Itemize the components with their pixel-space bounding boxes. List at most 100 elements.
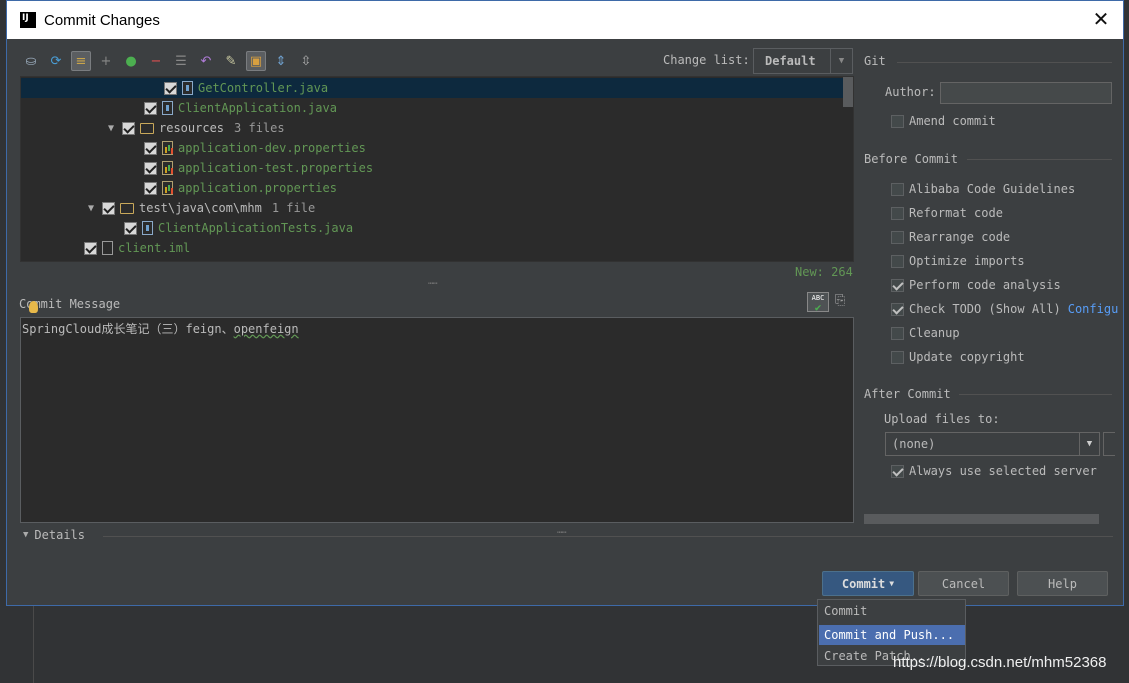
option-code-analysis[interactable]: Perform code analysis [891, 276, 1061, 294]
checkbox[interactable] [891, 350, 904, 364]
option-reformat-code[interactable]: Reformat code [891, 204, 1003, 222]
option-label: Reformat code [909, 206, 1003, 220]
checkbox[interactable] [891, 326, 904, 340]
configure-link[interactable]: Configu [1068, 302, 1119, 316]
always-use-server-checkbox[interactable]: Always use selected server [891, 462, 1097, 480]
commit-button-label: Commit [841, 576, 886, 591]
checkbox[interactable] [891, 206, 904, 220]
checkbox[interactable] [891, 182, 904, 196]
section-divider [967, 159, 1112, 160]
include-checkbox[interactable] [144, 101, 157, 115]
title-bar: Commit Changes ✕ [7, 1, 1123, 39]
include-checkbox[interactable] [84, 241, 97, 255]
lightbulb-icon[interactable] [29, 301, 38, 313]
minus-icon[interactable]: − [146, 51, 166, 71]
author-label: Author: [885, 85, 936, 99]
chevron-down-icon: ▼ [830, 49, 852, 73]
file-name: GetController.java [198, 81, 329, 95]
revert-icon[interactable]: ↶ [196, 51, 216, 71]
include-checkbox[interactable] [164, 81, 177, 95]
checkbox[interactable] [891, 230, 904, 244]
include-checkbox[interactable] [144, 161, 157, 175]
always-use-server-label: Always use selected server [909, 464, 1097, 478]
cancel-button[interactable]: Cancel [918, 571, 1009, 596]
tree-row-folder[interactable]: ▼ resources 3 files [21, 118, 853, 138]
chevron-down-icon: ▼ [23, 530, 29, 540]
option-cleanup[interactable]: Cleanup [891, 324, 960, 342]
options-scrollbar[interactable] [864, 514, 1099, 524]
upload-label: Upload files to: [884, 412, 1000, 426]
collapse-icon[interactable]: ⇳ [296, 51, 316, 71]
cancel-button-label: Cancel [941, 576, 986, 591]
plus-icon[interactable]: + [96, 51, 116, 71]
include-checkbox[interactable] [122, 121, 135, 135]
option-alibaba-guidelines[interactable]: Alibaba Code Guidelines [891, 180, 1075, 198]
author-input[interactable] [940, 82, 1112, 104]
java-file-icon [182, 81, 193, 95]
tree-row-file[interactable]: ClientApplication.java [21, 98, 853, 118]
tree-row-file[interactable]: GetController.java [21, 78, 853, 98]
splitter-handle[interactable]: ⋯⋯ [557, 528, 567, 538]
option-update-copyright[interactable]: Update copyright [891, 348, 1025, 366]
tree-scrollbar[interactable] [843, 77, 853, 107]
preview-icon[interactable]: ▣ [246, 51, 266, 71]
changelist-select[interactable]: Default ▼ [753, 48, 853, 74]
commit-button[interactable]: Commit ▼ [822, 571, 914, 596]
tree-row-file[interactable]: application-dev.properties [21, 138, 853, 158]
file-count: 3 files [234, 121, 285, 135]
option-optimize-imports[interactable]: Optimize imports [891, 252, 1025, 270]
java-file-icon [142, 221, 153, 235]
refresh-icon[interactable]: ⟳ [46, 51, 66, 71]
option-label: Rearrange code [909, 230, 1011, 244]
move-icon[interactable]: ● [121, 51, 141, 71]
menu-item-label: Commit [824, 604, 868, 618]
option-rearrange-code[interactable]: Rearrange code [891, 228, 1010, 246]
expand-arrow-icon[interactable]: ▼ [104, 123, 118, 134]
changelist-value: Default [765, 54, 816, 68]
menu-item-commit[interactable]: Commit [819, 601, 965, 621]
checkbox[interactable] [891, 114, 904, 128]
file-name: client.iml [118, 241, 191, 255]
edit-icon[interactable]: ✎ [221, 51, 241, 71]
expand-icon[interactable]: ⇕ [271, 51, 291, 71]
folder-name: test\java\com\mhm [139, 201, 262, 215]
module-file-icon [102, 241, 113, 255]
close-icon[interactable]: ✕ [1091, 9, 1111, 29]
checkbox[interactable] [891, 254, 904, 268]
spellcheck-icon[interactable]: ABC ✔ [807, 292, 829, 313]
diff-icon[interactable]: ≡ [71, 51, 91, 71]
changes-tree[interactable]: GetController.java ClientApplication.jav… [20, 76, 854, 262]
lock-icon[interactable]: ⛀ [21, 51, 41, 71]
include-checkbox[interactable] [102, 201, 115, 215]
file-name: application-test.properties [178, 161, 374, 175]
menu-item-commit-and-push[interactable]: Commit and Push... [819, 625, 965, 645]
option-check-todo[interactable]: Check TODO (Show All) Configu [891, 300, 1118, 318]
tree-row-file[interactable]: application-test.properties [21, 158, 853, 178]
changes-toolbar: ⛀ ⟳ ≡ + ● − ☰ ↶ ✎ ▣ ⇕ ⇳ [21, 49, 316, 73]
help-button[interactable]: Help [1017, 571, 1108, 596]
gutter-divider [33, 606, 34, 683]
checkbox[interactable] [891, 302, 904, 316]
tree-row-folder[interactable]: ▼ test\java\com\mhm 1 file [21, 198, 853, 218]
expand-arrow-icon[interactable]: ▼ [84, 203, 98, 214]
tree-row-file[interactable]: client.iml [21, 238, 853, 258]
details-toggle[interactable]: ▼ Details [23, 528, 85, 542]
commit-message-input[interactable]: SpringCloud成长笔记（三）feign、openfeign [20, 317, 854, 523]
tree-row-file[interactable]: ClientApplicationTests.java [21, 218, 853, 238]
configure-server-button[interactable] [1103, 432, 1115, 456]
server-select[interactable]: (none) ▼ [885, 432, 1100, 456]
amend-commit-checkbox[interactable]: Amend commit [891, 112, 996, 130]
checkbox[interactable] [891, 278, 904, 292]
include-checkbox[interactable] [124, 221, 137, 235]
message-history-icon[interactable]: ⎘ [835, 293, 851, 309]
tree-row-file[interactable]: application.properties [21, 178, 853, 198]
option-label: Check TODO (Show All) [909, 302, 1061, 316]
before-commit-title: Before Commit [864, 152, 958, 166]
java-file-icon [162, 101, 173, 115]
checkbox[interactable] [891, 464, 904, 478]
file-name: application.properties [178, 181, 337, 195]
splitter-handle[interactable]: ⋯⋯ [428, 279, 438, 289]
include-checkbox[interactable] [144, 181, 157, 195]
group-icon[interactable]: ☰ [171, 51, 191, 71]
include-checkbox[interactable] [144, 141, 157, 155]
